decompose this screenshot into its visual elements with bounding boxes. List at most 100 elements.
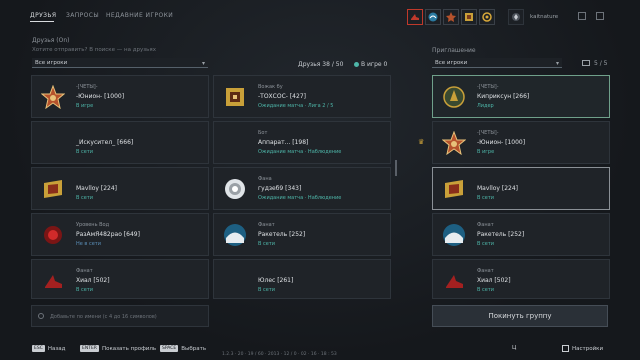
party-member-4-icon[interactable]: [461, 9, 477, 25]
friend-card[interactable]: Вожак бу -ТОХСОС- [427] Ожидание матча ·…: [213, 75, 391, 118]
party-card[interactable]: Фанат Ракетель [252] В сети: [432, 213, 610, 256]
friend-name: -ТОХСОС- [427]: [258, 93, 306, 100]
party-status: В сети: [477, 241, 495, 247]
scrollbar[interactable]: [395, 160, 397, 176]
party-member-5-icon[interactable]: [479, 9, 495, 25]
friend-status: В сети: [258, 241, 276, 247]
party-card[interactable]: -[ЧЕТЫ]- Киприксун [266] Лидер: [432, 75, 610, 118]
friend-card[interactable]: Уровень Вод РазАмЯ482рао [649] Не в сети: [31, 213, 209, 256]
username: kaitnature: [530, 14, 559, 20]
hint-profile[interactable]: ENTER Показать профиль: [80, 345, 156, 352]
party-filter-dropdown[interactable]: Все игроки ▾: [432, 58, 562, 68]
hint-select[interactable]: SPACE Выбрать: [160, 345, 206, 352]
star-medal-icon: [41, 85, 65, 109]
friend-avatar: [40, 84, 66, 110]
emblem-icon: [482, 12, 492, 22]
settings-icon[interactable]: [596, 12, 604, 20]
tab-friends[interactable]: ДРУЗЬЯ: [30, 12, 57, 19]
friend-card[interactable]: Фанат Хиал [502] В сети: [31, 259, 209, 299]
notifications-icon[interactable]: [578, 12, 586, 20]
friend-tag: Вожак бу: [258, 84, 283, 90]
hint-back[interactable]: ESC Назад: [32, 345, 65, 352]
enter-key-icon: ENTER: [80, 345, 99, 352]
friend-status: В сети: [258, 287, 276, 293]
hint-back-label: Назад: [47, 345, 66, 352]
friend-tag: -[ЧЕТЫ]-: [76, 84, 98, 90]
shoe-icon: [45, 275, 62, 288]
friend-name: Mavlloy [224]: [76, 185, 118, 192]
friend-card[interactable]: Фана гудзеб9 [343] Ожидание матча · Набл…: [213, 167, 391, 210]
friend-status: В сети: [76, 149, 94, 155]
friend-avatar: [222, 84, 248, 110]
friend-status: В сети: [76, 287, 94, 293]
crystal-icon: [225, 179, 245, 199]
party-count: 5 / 5: [594, 60, 608, 67]
medal-icon: [446, 12, 456, 22]
party-member-2-icon[interactable]: [425, 9, 441, 25]
party-members-icon: [582, 60, 590, 66]
wreath-icon: [443, 86, 465, 108]
friend-tag: Фанат: [258, 222, 275, 228]
tab-requests[interactable]: ЗАПРОСЫ: [66, 12, 99, 19]
star-medal-icon: [442, 131, 466, 155]
friend-tag: Фана: [258, 176, 272, 182]
online-count: В игре 0: [361, 61, 388, 68]
esc-key-icon: ESC: [32, 345, 45, 352]
friend-card[interactable]: Юлес [261] В сети: [213, 259, 391, 299]
party-name: Ракетель [252]: [477, 231, 525, 238]
status-line: 1.2.3 · 20 · 19 / 60 · 2013 · 12 / 0 · 0…: [222, 352, 337, 357]
friends-subtitle: Хотите отправить? В поиске — на друзьях: [32, 47, 156, 53]
friend-avatar: [222, 176, 248, 202]
friend-card[interactable]: Бот Аппарат... [198] Ожидание матча · На…: [213, 121, 391, 164]
friend-name: Хиал [502]: [76, 277, 110, 284]
party-status: В сети: [477, 195, 495, 201]
friend-status: В сети: [76, 195, 94, 201]
friend-avatar: [40, 268, 66, 294]
friend-tag: Уровень Вод: [76, 222, 110, 228]
chevron-down-icon: ▾: [555, 60, 559, 67]
party-card[interactable]: Фанат Хиал [502] В сети: [432, 259, 610, 299]
friends-filter-dropdown[interactable]: Все игроки ▾: [32, 58, 208, 68]
friend-avatar: [40, 176, 66, 202]
chevron-down-icon: ▾: [201, 60, 205, 67]
friend-card[interactable]: -[ЧЕТЫ]- -Юнион- [1000] В игре: [31, 75, 209, 118]
party-card[interactable]: Mavlloy [224] В сети: [432, 167, 610, 210]
party-status: В сети: [477, 287, 495, 293]
friend-status: Ожидание матча · Лига 2 / 5: [258, 103, 334, 109]
friend-card[interactable]: _Искусител_ [666] В сети: [31, 121, 209, 164]
friend-tag: Бот: [258, 130, 268, 136]
party-avatar: [441, 268, 467, 294]
leave-party-button[interactable]: Покинуть группу: [432, 305, 608, 327]
space-key-icon: SPACE: [160, 345, 179, 352]
crest-icon: [465, 13, 473, 21]
hint-info[interactable]: Ц: [512, 345, 516, 351]
user-add-icon: [38, 313, 44, 319]
friend-name: -Юнион- [1000]: [76, 93, 125, 100]
hint-profile-label: Показать профиль: [101, 345, 157, 352]
friend-name: РазАмЯ482рао [649]: [76, 231, 140, 238]
hint-settings-label: Настройки: [572, 345, 604, 352]
wave-icon: [224, 224, 246, 246]
hint-settings[interactable]: Настройки: [562, 345, 603, 352]
party-name: Mavlloy [224]: [477, 185, 519, 192]
top-bar: ДРУЗЬЯ ЗАПРОСЫ НЕДАВНИЕ ИГРОКИ kaitnatur…: [0, 0, 640, 30]
user-avatar[interactable]: [508, 9, 524, 25]
add-friend-input[interactable]: Добавьте по имени (с 4 до 16 символов): [31, 305, 209, 327]
party-avatar: [441, 176, 467, 202]
friend-status: В игре: [76, 103, 94, 109]
tab-recent-players[interactable]: НЕДАВНИЕ ИГРОКИ: [106, 12, 173, 19]
friend-name: _Искусител_ [666]: [76, 139, 134, 146]
party-name: -Юнион- [1000]: [477, 139, 526, 146]
party-avatar: [441, 84, 467, 110]
party-avatar: [441, 222, 467, 248]
party-member-1-icon[interactable]: [407, 9, 423, 25]
hint-info-label: Ц: [512, 345, 517, 351]
friend-card[interactable]: Фанат Ракетель [252] В сети: [213, 213, 391, 256]
active-tab-indicator: [30, 21, 54, 22]
party-avatar: [441, 130, 467, 156]
friends-title: Друзья (On): [32, 37, 70, 44]
party-member-3-icon[interactable]: [443, 9, 459, 25]
party-card[interactable]: -[ЧЕТЫ]- -Юнион- [1000] В игре: [432, 121, 610, 164]
friend-card[interactable]: Mavlloy [224] В сети: [31, 167, 209, 210]
party-name: Киприксун [266]: [477, 93, 530, 100]
